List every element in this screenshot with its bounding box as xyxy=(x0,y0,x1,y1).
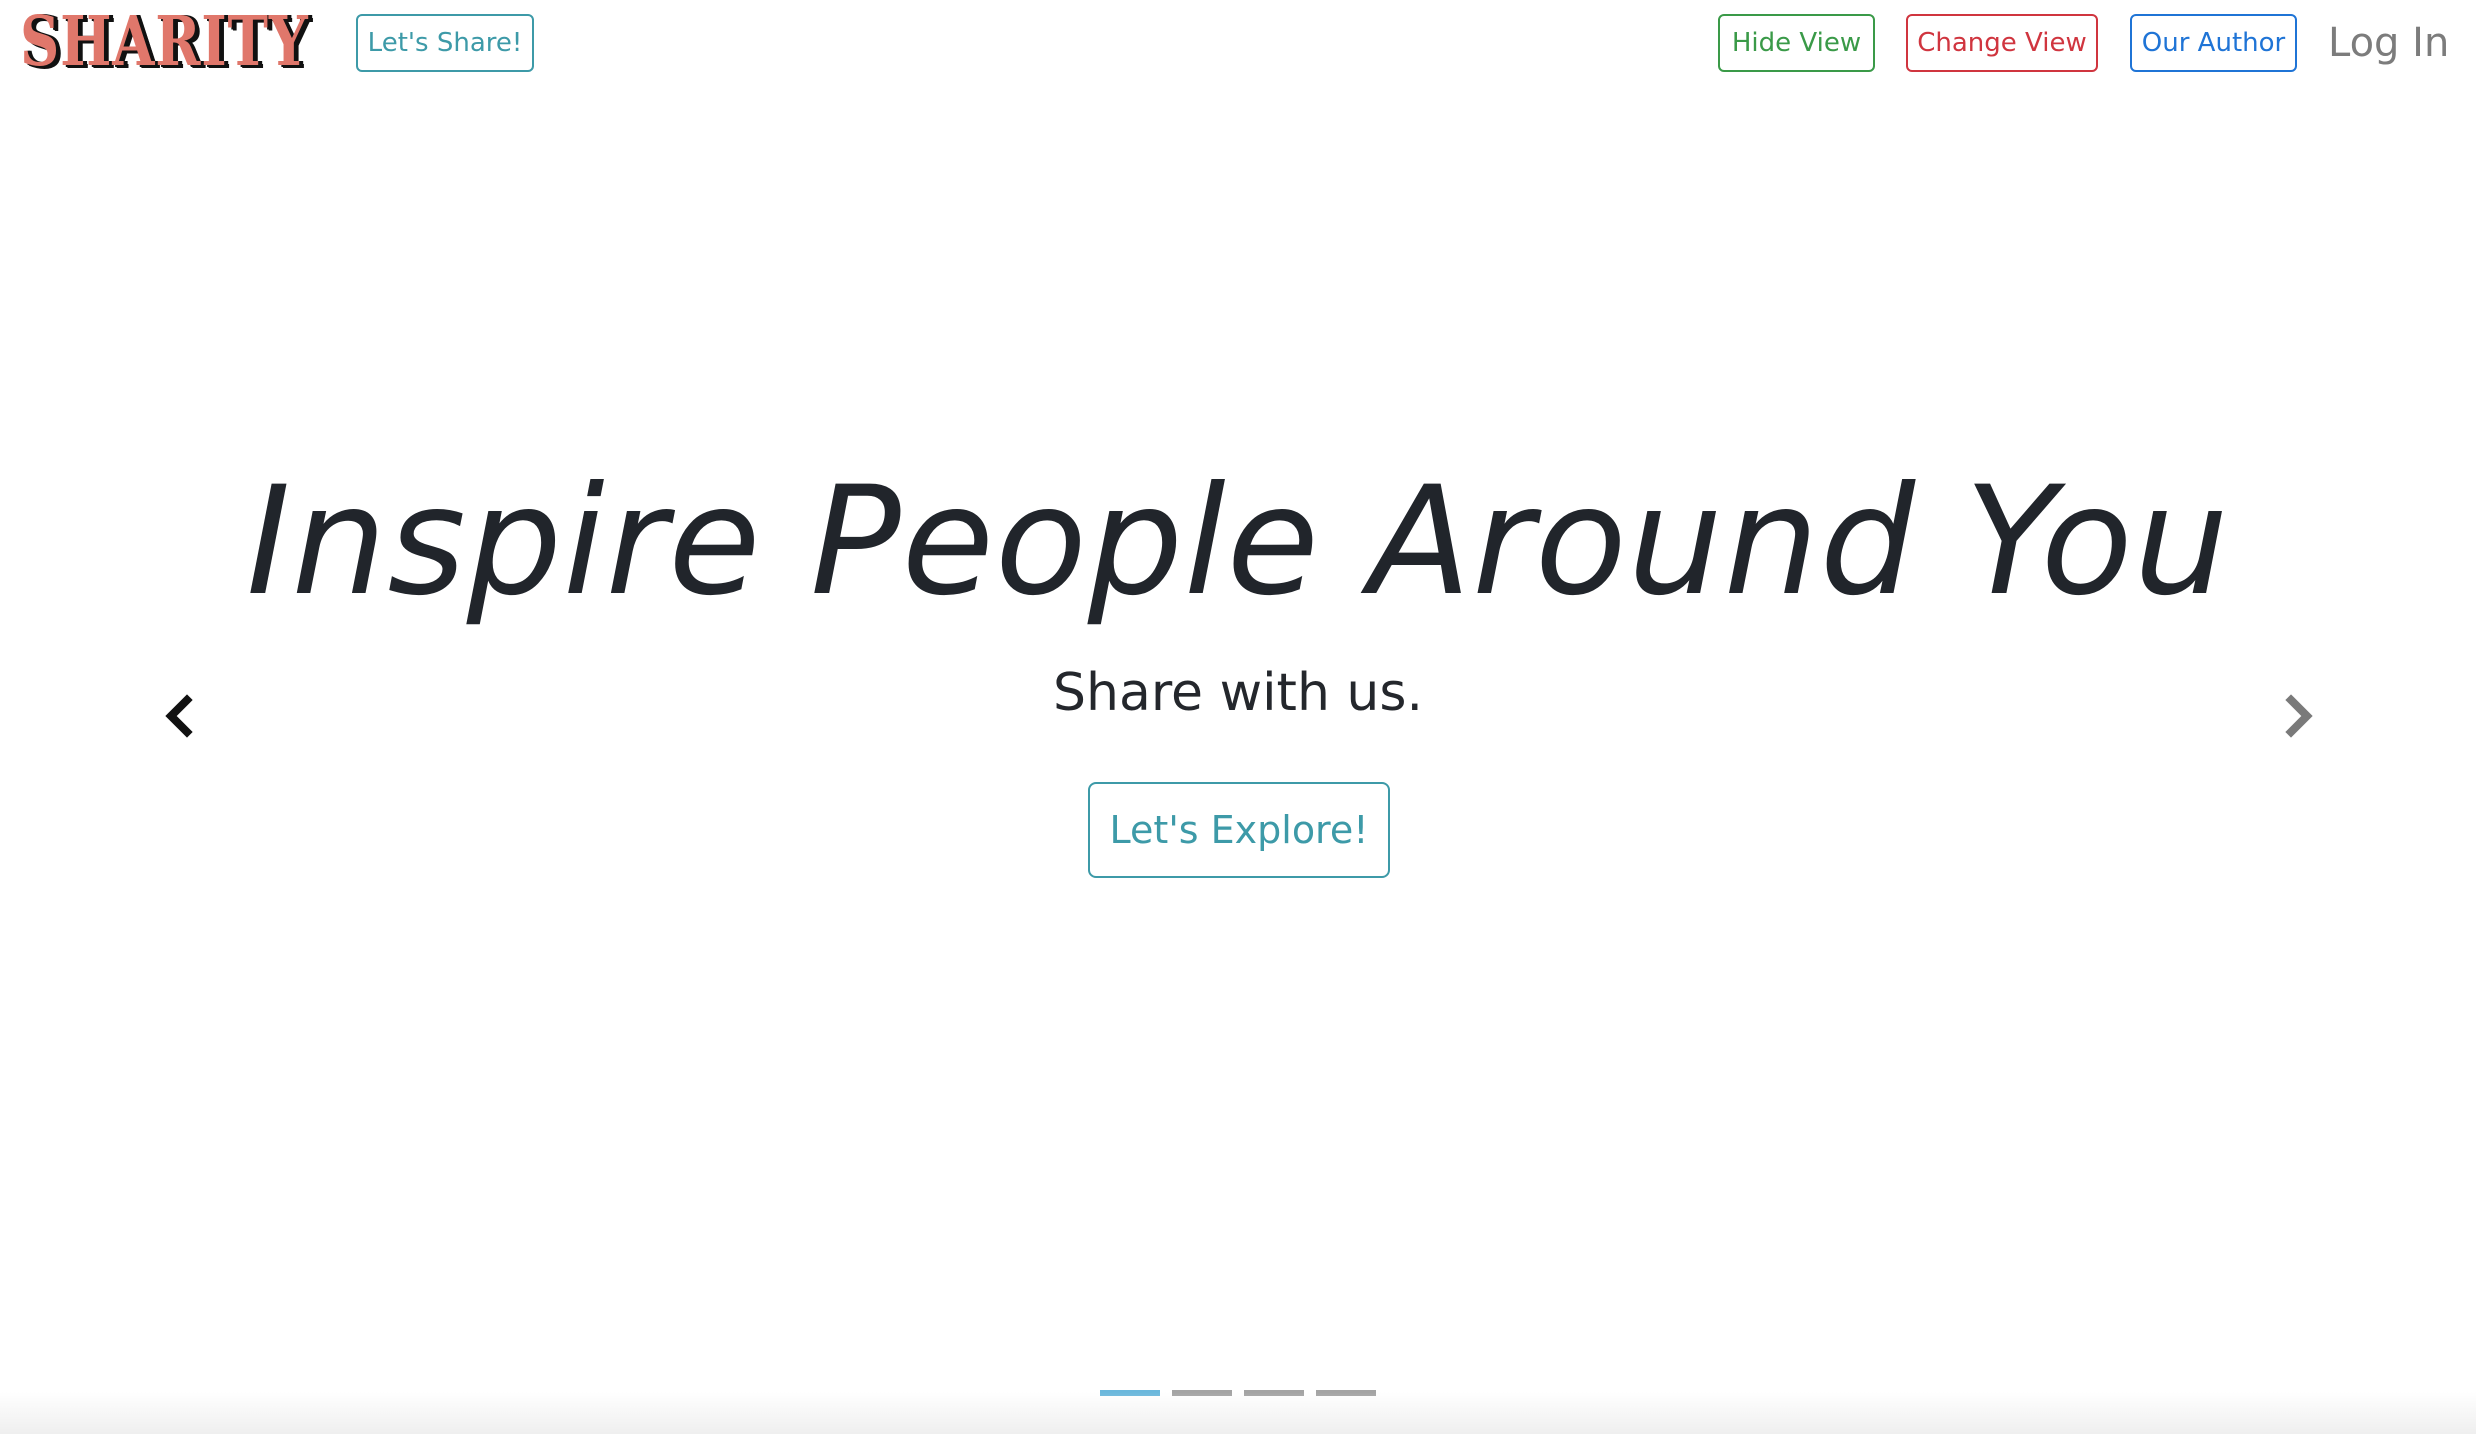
our-author-button[interactable]: Our Author xyxy=(2130,14,2297,72)
brand-name: SHARITY xyxy=(20,2,309,82)
lets-explore-button[interactable]: Let's Explore! xyxy=(1088,782,1390,878)
hero-carousel: Inspire People Around You Share with us.… xyxy=(0,90,2476,1410)
carousel-next-button[interactable] xyxy=(2270,686,2330,746)
footer-shadow xyxy=(0,1392,2476,1434)
page: SHARITY Let's Share! Hide View Change Vi… xyxy=(0,0,2476,1434)
lets-share-button[interactable]: Let's Share! xyxy=(356,14,534,72)
change-view-button[interactable]: Change View xyxy=(1906,14,2098,72)
hide-view-button[interactable]: Hide View xyxy=(1718,14,1875,72)
chevron-left-icon xyxy=(165,694,193,738)
carousel-prev-button[interactable] xyxy=(148,686,208,746)
chevron-right-icon xyxy=(2285,694,2313,738)
hero-subtitle: Share with us. xyxy=(1052,663,1424,723)
navbar: SHARITY Let's Share! Hide View Change Vi… xyxy=(0,0,2476,90)
login-link[interactable]: Log In xyxy=(2328,14,2449,72)
hero-title: Inspire People Around You xyxy=(246,455,2230,629)
brand-logo[interactable]: SHARITY xyxy=(20,4,381,80)
